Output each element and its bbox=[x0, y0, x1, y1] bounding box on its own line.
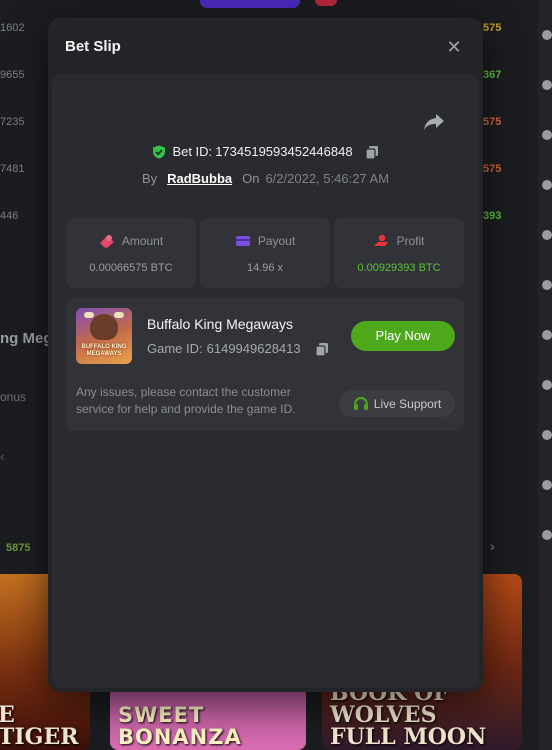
profit-icon bbox=[374, 234, 389, 246]
stat-header: Profit bbox=[334, 234, 464, 248]
stat-label: Payout bbox=[257, 234, 296, 248]
game-name: Buffalo King Megaways bbox=[147, 316, 294, 332]
stat-value: 14.96 x bbox=[246, 262, 284, 274]
chevron-left-icon: ‹ bbox=[0, 448, 5, 464]
background-value: 393 bbox=[483, 210, 502, 222]
support-notice: Any issues, please contact the customer … bbox=[76, 385, 296, 416]
avatar bbox=[542, 130, 552, 140]
background-value: 5875 bbox=[6, 542, 31, 554]
chevron-right-icon: › bbox=[490, 538, 495, 554]
copy-icon[interactable] bbox=[315, 342, 329, 356]
bet-id-label: Bet ID: bbox=[172, 144, 213, 159]
background-value: 367 bbox=[483, 69, 502, 81]
bet-stats: Amount 0.00066575 BTC Payout 14.96 x Pro… bbox=[66, 218, 464, 288]
by-label: By bbox=[141, 171, 158, 186]
background-value: 1602 bbox=[0, 22, 25, 34]
stat-payout: Payout 14.96 x bbox=[200, 218, 330, 288]
on-label: On bbox=[242, 171, 260, 186]
avatar bbox=[542, 380, 552, 390]
bet-id-value: 1734519593452446848 bbox=[215, 144, 353, 159]
buffalo-head-image bbox=[90, 314, 118, 340]
game-id-row: Game ID: 6149949628413 bbox=[147, 341, 329, 356]
copy-icon[interactable] bbox=[364, 145, 379, 159]
close-button[interactable]: ✕ bbox=[444, 37, 464, 57]
stat-header: Amount bbox=[66, 234, 196, 248]
avatar bbox=[542, 530, 552, 540]
shield-check-icon bbox=[153, 145, 166, 159]
background-value: 7481 bbox=[0, 163, 25, 175]
play-now-button[interactable]: Play Now bbox=[351, 321, 455, 351]
headset-icon bbox=[353, 396, 368, 410]
stat-value: 0.00066575 BTC bbox=[89, 262, 173, 274]
game-id-value: 6149949628413 bbox=[206, 341, 301, 356]
share-icon[interactable] bbox=[422, 112, 446, 132]
avatar bbox=[542, 30, 552, 40]
card-icon bbox=[235, 236, 250, 246]
coins-icon bbox=[99, 235, 114, 248]
bet-slip-modal: Bet Slip ✕ Bet ID: 1734519593452446848 B… bbox=[48, 18, 483, 692]
stat-profit: Profit 0.00929393 BTC bbox=[334, 218, 464, 288]
avatar bbox=[542, 280, 552, 290]
thumbnail-logo-text: BUFFALO KING MEGAWAYS bbox=[81, 344, 127, 357]
background-section-heading: ng Meg bbox=[0, 330, 53, 347]
avatar bbox=[542, 180, 552, 190]
game-info-box: BUFFALO KING MEGAWAYS Buffalo King Megaw… bbox=[66, 298, 464, 431]
bet-details-card: Bet ID: 1734519593452446848 By RadBubba … bbox=[52, 74, 479, 688]
stat-value: 0.00929393 BTC bbox=[357, 262, 441, 274]
modal-title: Bet Slip bbox=[65, 38, 121, 55]
buffalo-horn-image bbox=[114, 312, 124, 318]
background-section-sub: onus bbox=[0, 390, 27, 404]
background-value: 9655 bbox=[0, 69, 25, 81]
bet-id-row: Bet ID: 1734519593452446848 bbox=[52, 144, 479, 159]
username-link[interactable]: RadBubba bbox=[167, 171, 232, 186]
live-support-label: Live Support bbox=[373, 396, 442, 411]
background-value: 575 bbox=[483, 22, 502, 34]
background-value: 7235 bbox=[0, 116, 25, 128]
stat-amount: Amount 0.00066575 BTC bbox=[66, 218, 196, 288]
buffalo-horn-image bbox=[84, 312, 94, 318]
bet-author-row: By RadBubba On 6/2/2022, 5:46:27 AM bbox=[52, 171, 479, 186]
avatar bbox=[542, 480, 552, 490]
bet-datetime: 6/2/2022, 5:46:27 AM bbox=[265, 171, 390, 186]
background-tile-title: SWEET BONANZA bbox=[118, 703, 242, 749]
background-value: 575 bbox=[483, 163, 502, 175]
background-value: 446 bbox=[0, 210, 19, 222]
game-id-label: Game ID: bbox=[147, 341, 203, 356]
avatar bbox=[542, 230, 552, 240]
game-thumbnail[interactable]: BUFFALO KING MEGAWAYS bbox=[76, 308, 132, 364]
close-icon: ✕ bbox=[446, 37, 462, 57]
avatar bbox=[542, 80, 552, 90]
stat-label: Profit bbox=[396, 234, 425, 248]
stat-label: Amount bbox=[121, 234, 164, 248]
avatar bbox=[542, 430, 552, 440]
background-badge bbox=[315, 0, 337, 6]
background-value: 575 bbox=[483, 116, 502, 128]
avatar bbox=[542, 330, 552, 340]
background-avatar-strip bbox=[538, 0, 552, 750]
live-support-button[interactable]: Live Support bbox=[339, 390, 455, 417]
background-tab-pill bbox=[200, 0, 300, 8]
background-tile-title: E TIGER bbox=[0, 702, 79, 750]
stat-header: Payout bbox=[200, 234, 330, 248]
